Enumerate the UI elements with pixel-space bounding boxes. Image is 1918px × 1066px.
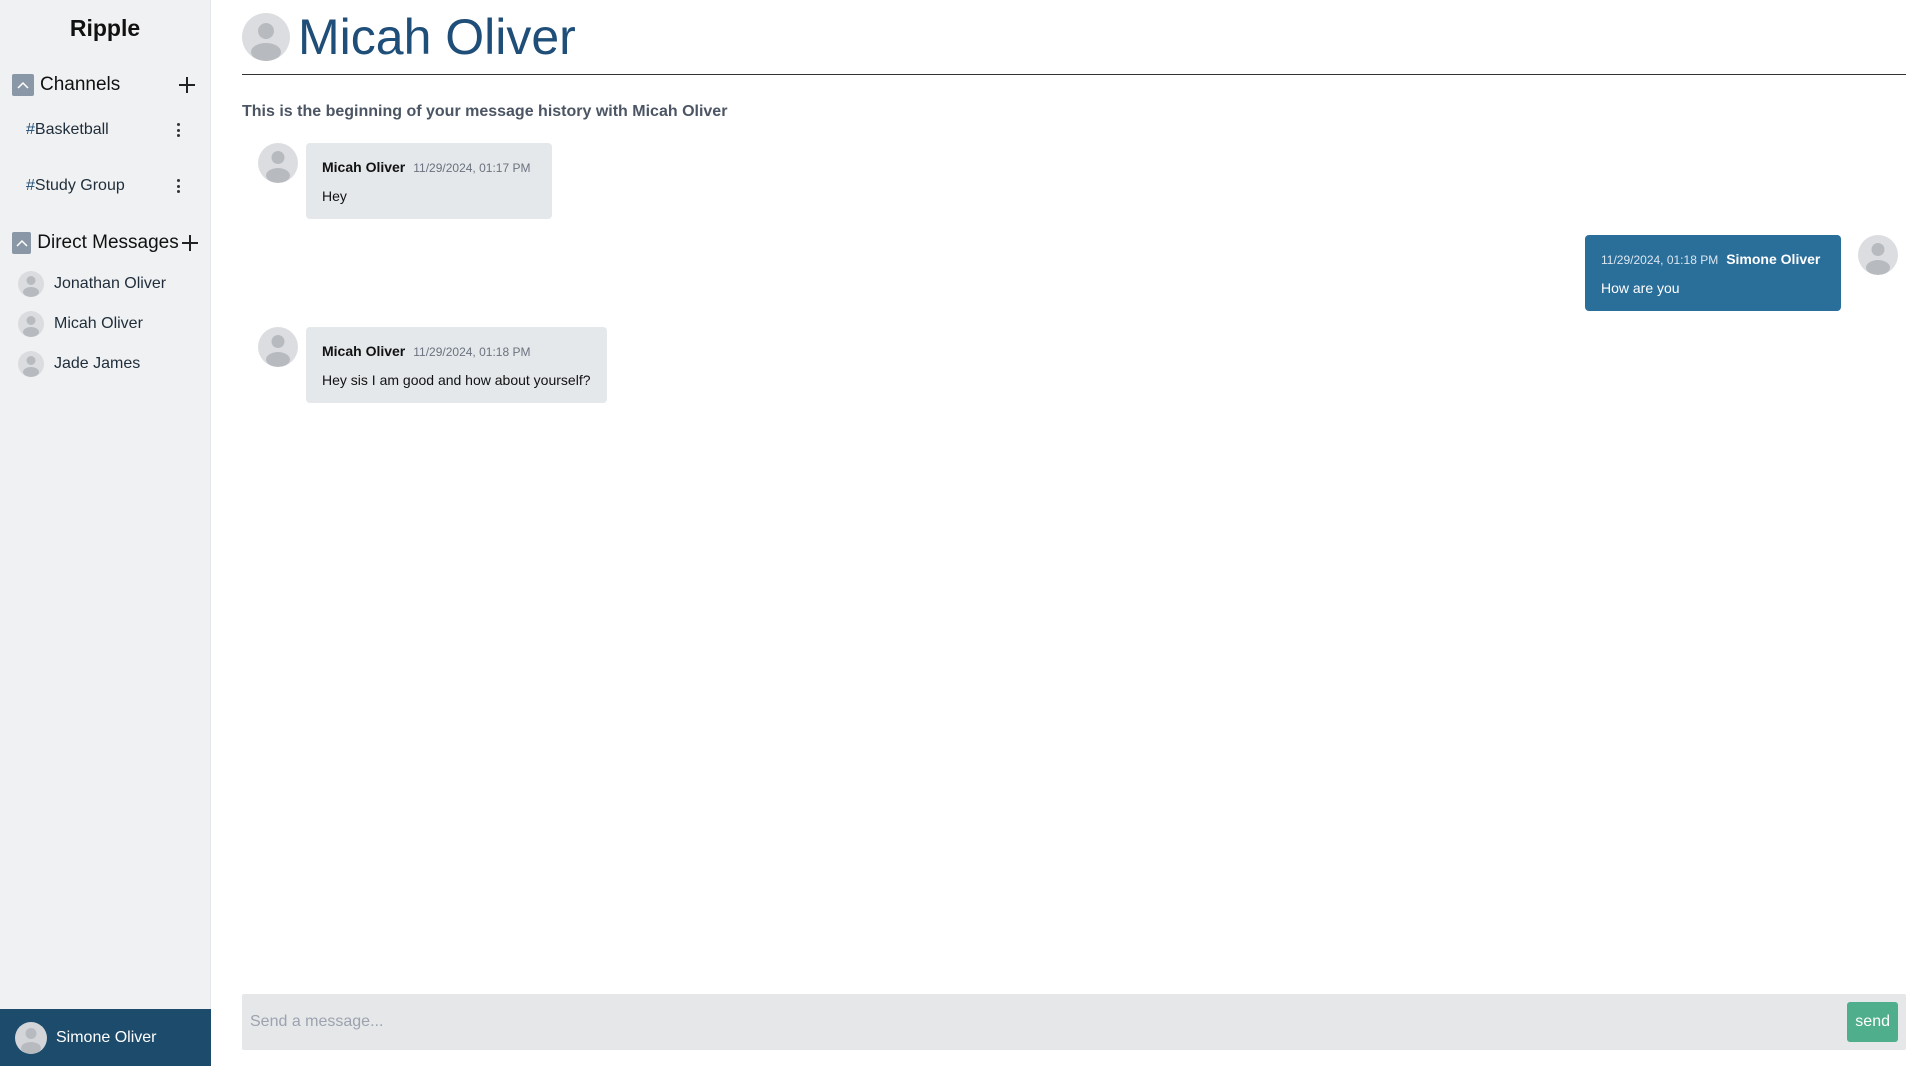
message-text: Hey — [322, 188, 347, 204]
current-user-bar[interactable]: Simone Oliver — [0, 1009, 211, 1066]
sidebar-item-micah-oliver[interactable]: Micah Oliver — [0, 304, 210, 344]
sidebar-item-study-group[interactable]: #Study Group — [0, 158, 210, 214]
sidebar-item-jonathan-oliver[interactable]: Jonathan Oliver — [0, 264, 210, 304]
avatar — [18, 351, 44, 377]
message-sender: Micah Oliver — [322, 343, 406, 359]
message-meta: Micah Oliver 11/29/2024, 01:17 PM — [322, 159, 536, 175]
dm-name: Jonathan Oliver — [54, 275, 167, 292]
avatar — [242, 13, 290, 61]
dms-header: Direct Messages — [0, 226, 210, 260]
dm-name: Micah Oliver — [54, 315, 143, 332]
message-input[interactable] — [250, 1013, 1848, 1031]
add-dm-button[interactable] — [179, 232, 198, 254]
sidebar-item-jade-james[interactable]: Jade James — [0, 344, 210, 384]
message-meta: Micah Oliver 11/29/2024, 01:18 PM — [322, 343, 591, 359]
send-button[interactable]: send — [1847, 1002, 1898, 1042]
dm-name: Jade James — [54, 355, 141, 372]
chevron-up-icon — [17, 81, 29, 89]
avatar — [18, 271, 44, 297]
message-meta: 11/29/2024, 01:18 PM Simone Oliver — [1601, 251, 1825, 267]
message-text: How are you — [1601, 280, 1680, 296]
message-bubble: 11/29/2024, 01:18 PM Simone Oliver How a… — [1585, 235, 1841, 311]
message-text: Hey sis I am good and how about yourself… — [322, 372, 591, 388]
message-bubble: Micah Oliver 11/29/2024, 01:18 PM Hey si… — [306, 327, 607, 403]
avatar — [1858, 235, 1898, 275]
history-note: This is the beginning of your message hi… — [242, 103, 728, 120]
chat-panel: Micah Oliver This is the beginning of yo… — [211, 0, 1918, 1066]
message-sender: Simone Oliver — [1726, 251, 1821, 267]
dms-title: Direct Messages — [37, 232, 179, 253]
add-channel-button[interactable] — [176, 74, 198, 96]
avatar — [258, 327, 298, 367]
message-timestamp: 11/29/2024, 01:18 PM — [1601, 253, 1719, 267]
channel-label: #Study Group — [26, 177, 125, 194]
app-root: Ripple Channels #Basketball #Study Group… — [0, 0, 1918, 1066]
dm-list: Jonathan Oliver Micah Oliver Jade James — [0, 264, 210, 384]
brand-logo: Ripple — [69, 14, 141, 41]
current-user-name: Simone Oliver — [56, 1028, 157, 1046]
message-sender: Micah Oliver — [322, 159, 406, 175]
message-timestamp: 11/29/2024, 01:17 PM — [413, 161, 531, 175]
channels-title: Channels — [40, 74, 121, 95]
avatar — [15, 1021, 47, 1054]
dms-collapse-button[interactable] — [12, 232, 32, 254]
channel-label: #Basketball — [26, 121, 109, 138]
message-row: Micah Oliver 11/29/2024, 01:18 PM Hey si… — [242, 327, 1906, 403]
page-title: Micah Oliver — [298, 9, 576, 65]
more-options-icon[interactable] — [172, 177, 184, 195]
message-row: Micah Oliver 11/29/2024, 01:17 PM Hey — [242, 143, 1906, 219]
avatar — [18, 311, 44, 337]
sidebar: Ripple Channels #Basketball #Study Group… — [0, 0, 211, 1066]
avatar — [258, 143, 298, 183]
more-options-icon[interactable] — [172, 121, 184, 139]
sidebar-item-basketball[interactable]: #Basketball — [0, 102, 210, 158]
message-bubble: Micah Oliver 11/29/2024, 01:17 PM Hey — [306, 143, 552, 219]
message-timestamp: 11/29/2024, 01:18 PM — [413, 345, 531, 359]
chat-header: Micah Oliver — [242, 0, 1906, 75]
message-composer: send — [242, 994, 1906, 1050]
chevron-up-icon — [16, 239, 28, 247]
channels-header: Channels — [0, 68, 210, 102]
channels-collapse-button[interactable] — [12, 74, 34, 96]
message-row: 11/29/2024, 01:18 PM Simone Oliver How a… — [242, 235, 1906, 311]
message-list: Micah Oliver 11/29/2024, 01:17 PM Hey 11… — [242, 143, 1906, 403]
